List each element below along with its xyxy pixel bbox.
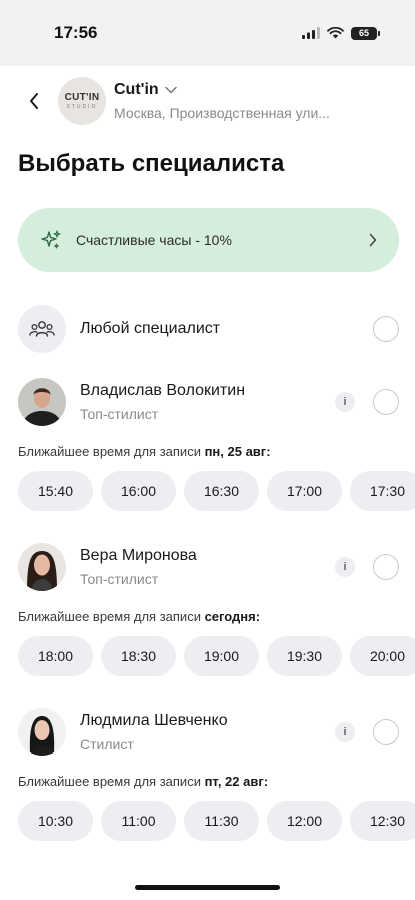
home-indicator[interactable]: [135, 885, 280, 890]
time-slots: 10:30 11:00 11:30 12:00 12:30: [0, 801, 415, 841]
time-slot[interactable]: 12:00: [267, 801, 342, 841]
master-card: Владислав Волокитин Топ-стилист i Ближай…: [0, 376, 415, 511]
salon-header: CUT'IN STUDIO Cut'in Москва, Производств…: [0, 66, 415, 130]
salon-selector[interactable]: Cut'in Москва, Производственная ули...: [114, 81, 399, 121]
master-row[interactable]: Вера Миронова Топ-стилист i: [0, 541, 415, 593]
master-radio[interactable]: [373, 719, 399, 745]
nearest-date: сегодня:: [204, 609, 261, 624]
chevron-down-icon: [164, 86, 177, 94]
status-time: 17:56: [54, 23, 98, 42]
master-row[interactable]: Людмила Шевченко Стилист i: [0, 706, 415, 758]
time-slot[interactable]: 16:30: [184, 471, 259, 511]
signal-icon: [302, 27, 320, 39]
avatar: [18, 543, 66, 591]
time-slot[interactable]: 19:00: [184, 636, 259, 676]
time-slot[interactable]: 18:00: [18, 636, 93, 676]
salon-address: Москва, Производственная ули...: [114, 105, 330, 121]
info-icon[interactable]: i: [335, 722, 355, 742]
time-slot[interactable]: 19:30: [267, 636, 342, 676]
time-slots: 15:40 16:00 16:30 17:00 17:30: [0, 471, 415, 511]
nearest-date: пт, 22 авг:: [204, 774, 269, 789]
master-name: Вера Миронова: [80, 547, 197, 564]
master-row[interactable]: Владислав Волокитин Топ-стилист i: [0, 376, 415, 428]
avatar: [18, 378, 66, 426]
master-name: Владислав Волокитин: [80, 382, 246, 399]
master-radio[interactable]: [373, 554, 399, 580]
sparkles-icon: [40, 229, 62, 251]
time-slot[interactable]: 11:00: [101, 801, 176, 841]
master-radio[interactable]: [373, 389, 399, 415]
salon-logo: CUT'IN STUDIO: [58, 77, 106, 125]
master-name: Людмила Шевченко: [80, 712, 228, 729]
wifi-icon: [327, 27, 344, 39]
chevron-left-icon: [30, 93, 38, 109]
status-bar: 17:56 65: [0, 0, 415, 66]
time-slot[interactable]: 11:30: [184, 801, 259, 841]
time-slot[interactable]: 17:00: [267, 471, 342, 511]
status-icons: 65: [302, 26, 380, 40]
master-role: Топ-стилист: [80, 571, 159, 587]
time-slots: 18:00 18:30 19:00 19:30 20:00: [0, 636, 415, 676]
battery-icon: 65: [351, 26, 380, 40]
info-icon[interactable]: i: [335, 392, 355, 412]
master-card: Людмила Шевченко Стилист i Ближайшее вре…: [0, 706, 415, 841]
time-slot[interactable]: 16:00: [101, 471, 176, 511]
avatar: [18, 708, 66, 756]
group-icon: [18, 305, 66, 353]
master-card: Вера Миронова Топ-стилист i Ближайшее вр…: [0, 541, 415, 676]
logo-subtitle: STUDIO: [66, 104, 98, 110]
back-button[interactable]: [22, 81, 46, 121]
time-slot[interactable]: 18:30: [101, 636, 176, 676]
page-title: Выбрать специалиста: [18, 150, 285, 177]
any-specialist-option[interactable]: Любой специалист: [0, 304, 415, 354]
time-slot[interactable]: 20:00: [350, 636, 415, 676]
nearest-time-label: Ближайшее время для записи сегодня:: [18, 609, 261, 624]
chevron-right-icon: [369, 233, 377, 247]
time-slot[interactable]: 12:30: [350, 801, 415, 841]
time-slot[interactable]: 10:30: [18, 801, 93, 841]
promo-banner[interactable]: Счастливые часы - 10%: [18, 208, 399, 272]
info-icon[interactable]: i: [335, 557, 355, 577]
salon-name: Cut'in: [114, 81, 159, 98]
nearest-date: пн, 25 авг:: [204, 444, 271, 459]
nearest-time-label: Ближайшее время для записи пт, 22 авг:: [18, 774, 269, 789]
master-role: Стилист: [80, 736, 134, 752]
nearest-time-label: Ближайшее время для записи пн, 25 авг:: [18, 444, 271, 459]
any-specialist-label: Любой специалист: [80, 320, 221, 337]
time-slot[interactable]: 15:40: [18, 471, 93, 511]
master-role: Топ-стилист: [80, 406, 159, 422]
promo-label: Счастливые часы - 10%: [76, 232, 232, 248]
any-specialist-radio[interactable]: [373, 316, 399, 342]
logo-wordmark: CUT'IN: [64, 92, 100, 103]
time-slot[interactable]: 17:30: [350, 471, 415, 511]
